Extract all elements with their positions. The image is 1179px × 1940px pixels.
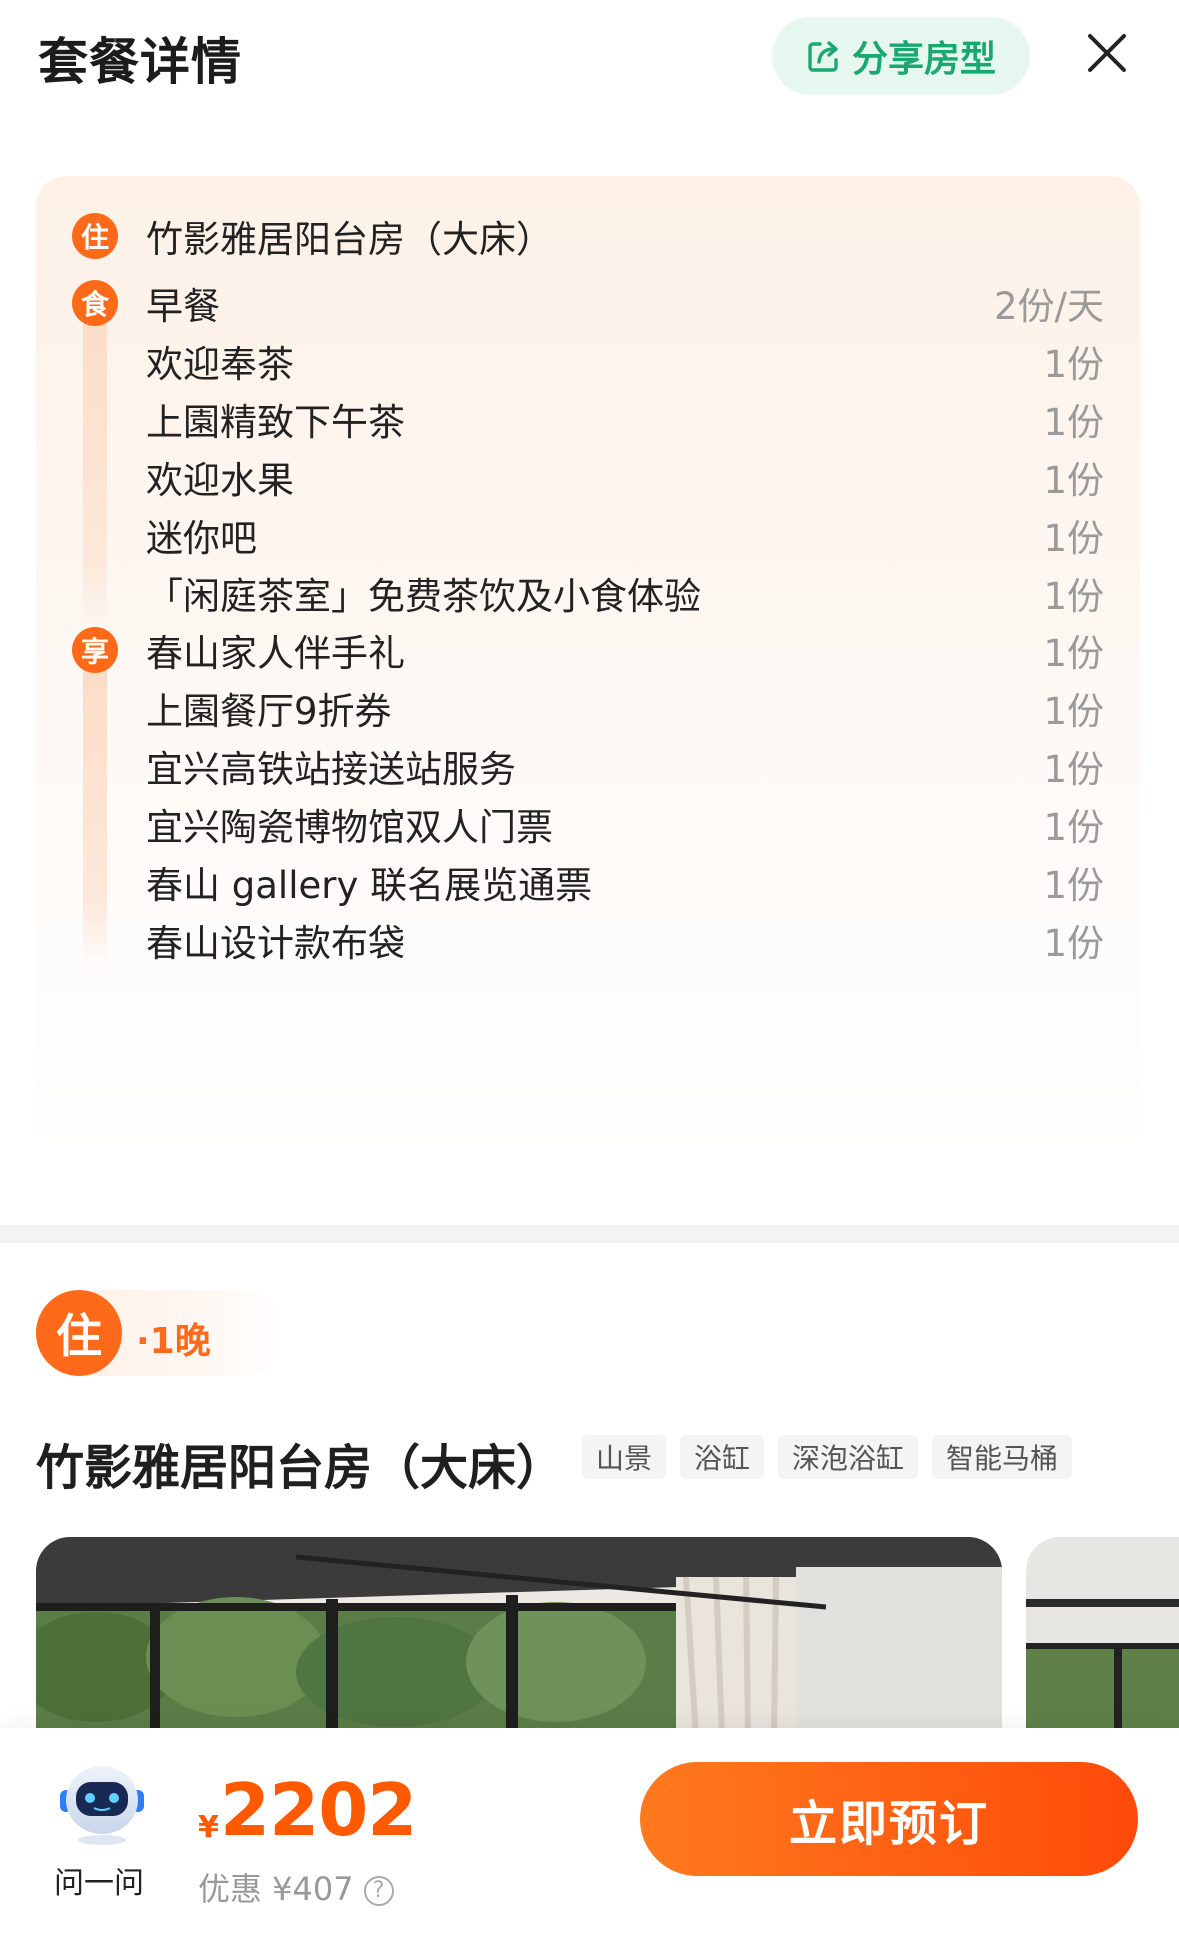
stay-nights-pill: 住 ·1晚	[36, 1290, 284, 1376]
room-photo[interactable]	[36, 1537, 1002, 1737]
list-item: 欢迎水果 1份	[146, 447, 1104, 507]
item-qty: 2份/天	[993, 285, 1104, 328]
ask-assistant-button[interactable]: 问一问	[40, 1750, 164, 1901]
benefits-timeline	[83, 638, 107, 966]
food-badge-icon: 食	[72, 280, 118, 326]
list-item: 宜兴高铁站接送站服务 1份	[146, 736, 1104, 796]
item-name: 上園餐厅9折券	[146, 690, 392, 733]
help-icon[interactable]: ?	[363, 1876, 394, 1906]
room-name: 竹影雅居阳台房（大床）	[146, 218, 553, 261]
robot-icon	[60, 1766, 144, 1845]
food-timeline	[83, 291, 107, 629]
room-row: 竹影雅居阳台房（大床）	[146, 206, 1104, 266]
currency-symbol: ¥	[198, 1810, 219, 1845]
item-qty: 1份	[1043, 632, 1104, 675]
list-item: 迷你吧 1份	[146, 505, 1104, 565]
item-qty: 1份	[1043, 575, 1104, 618]
list-item: 欢迎奉茶 1份	[146, 331, 1104, 391]
item-qty: 1份	[1043, 401, 1104, 444]
stay-nights-label: ·1晚	[136, 1321, 211, 1362]
share-icon	[806, 38, 842, 74]
list-item: 春山 gallery 联名展览通票 1份	[146, 852, 1104, 912]
list-item: 宜兴陶瓷博物馆双人门票 1份	[146, 794, 1104, 854]
price-value: 2202	[220, 1768, 417, 1852]
item-qty: 1份	[1043, 864, 1104, 907]
share-room-button[interactable]: 分享房型	[772, 17, 1030, 95]
room-tag: 智能马桶	[932, 1435, 1073, 1479]
item-qty: 1份	[1043, 748, 1104, 791]
book-now-button[interactable]: 立即预订	[640, 1762, 1138, 1876]
item-name: 春山 gallery 联名展览通票	[146, 864, 593, 907]
page-title: 套餐详情	[38, 33, 242, 91]
list-item: 上園精致下午茶 1份	[146, 389, 1104, 449]
item-name: 欢迎奉茶	[146, 343, 294, 386]
item-name: 春山设计款布袋	[146, 922, 405, 965]
item-qty: 1份	[1043, 922, 1104, 965]
close-icon	[1088, 34, 1126, 72]
item-name: 春山家人伴手礼	[146, 632, 405, 675]
stay-badge-icon: 住	[72, 213, 118, 259]
list-item: 「闲庭茶室」免费茶饮及小食体验 1份	[146, 563, 1104, 623]
item-name: 欢迎水果	[146, 459, 294, 502]
package-detail-card: 住 竹影雅居阳台房（大床） 食 早餐 2份/天 欢迎奉茶 1份 上園精致下午茶 …	[36, 176, 1140, 1160]
item-name: 迷你吧	[146, 517, 257, 560]
ask-assistant-label: 问一问	[54, 1866, 144, 1901]
share-room-label: 分享房型	[851, 39, 996, 80]
list-item: 上園餐厅9折券 1份	[146, 678, 1104, 738]
room-tag: 浴缸	[680, 1435, 765, 1479]
item-qty: 1份	[1043, 459, 1104, 502]
close-button[interactable]	[1080, 26, 1134, 80]
item-qty: 1份	[1043, 517, 1104, 560]
item-name: 宜兴陶瓷博物馆双人门票	[146, 806, 553, 849]
room-tags: 山景 浴缸 深泡浴缸 智能马桶	[582, 1435, 1073, 1479]
item-name: 上園精致下午茶	[146, 401, 405, 444]
item-qty: 1份	[1043, 806, 1104, 849]
room-tag: 深泡浴缸	[778, 1435, 919, 1479]
room-title: 竹影雅居阳台房（大床）	[36, 1440, 565, 1496]
item-name: 宜兴高铁站接送站服务	[146, 748, 516, 791]
discount-info: 优惠 ¥407?	[198, 1864, 394, 1910]
bottom-action-bar: 问一问 ¥ 2202 优惠 ¥407? 立即预订	[0, 1728, 1179, 1940]
item-name: 早餐	[146, 285, 220, 328]
section-divider	[0, 1225, 1179, 1243]
list-item: 早餐 2份/天	[146, 273, 1104, 333]
header: 套餐详情 分享房型	[0, 0, 1179, 110]
benefits-badge-icon: 享	[72, 627, 118, 673]
list-item: 春山家人伴手礼 1份	[146, 620, 1104, 680]
stay-icon: 住	[36, 1290, 122, 1376]
list-item: 春山设计款布袋 1份	[146, 910, 1104, 970]
room-tag: 山景	[582, 1435, 667, 1479]
item-qty: 1份	[1043, 690, 1104, 733]
discount-text: 优惠 ¥407	[198, 1870, 354, 1908]
room-photo[interactable]	[1026, 1537, 1179, 1737]
item-name: 「闲庭茶室」免费茶饮及小食体验	[146, 575, 701, 618]
item-qty: 1份	[1043, 343, 1104, 386]
